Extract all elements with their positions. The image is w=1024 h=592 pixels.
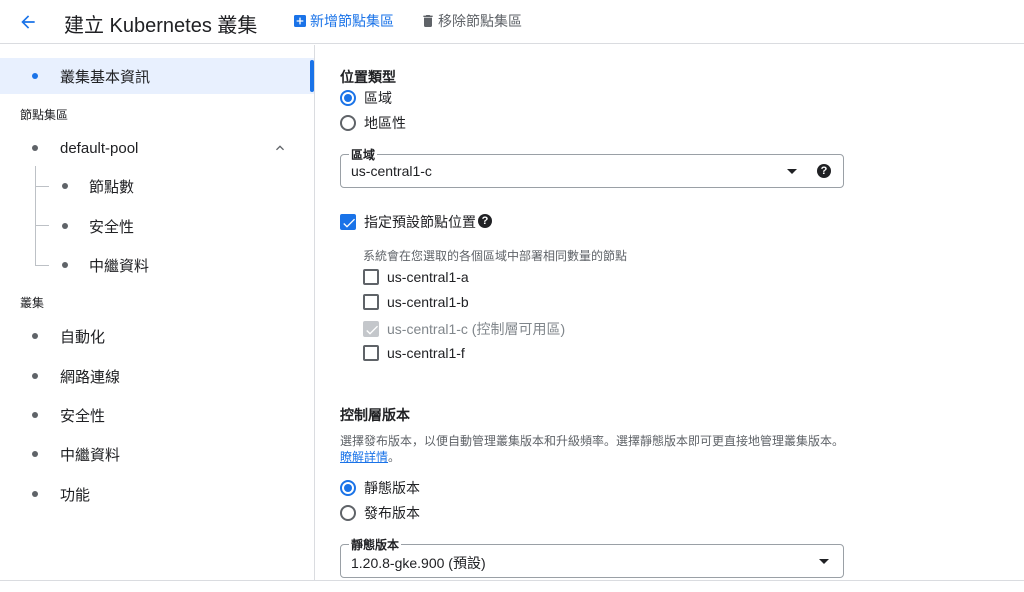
checkbox-label: us-central1-a (387, 269, 469, 285)
period: 。 (388, 450, 401, 464)
sidebar-item-label: 中繼資料 (89, 257, 150, 275)
checkbox-label: us-central1-f (387, 345, 465, 361)
radio-circle (340, 480, 356, 496)
learn-more-line: 瞭解詳情。 (340, 448, 400, 465)
bullet-icon (32, 451, 38, 457)
section-cluster: 叢集 (20, 296, 45, 310)
radio-label: 地區性 (364, 115, 406, 131)
arrow-back-icon (21, 15, 35, 29)
bullet-icon (62, 262, 68, 268)
radio-label: 區域 (364, 90, 392, 106)
zone-checkbox-f[interactable]: us-central1-f (363, 345, 465, 361)
radio-label: 發布版本 (364, 505, 420, 521)
radio-label: 靜態版本 (364, 480, 420, 496)
location-type-heading: 位置類型 (340, 69, 396, 85)
checkbox-label: us-central1-c (控制層可用區) (387, 321, 566, 337)
bullet-icon (32, 412, 38, 418)
bullet-icon (62, 183, 68, 189)
zone-checkbox-a[interactable]: us-central1-a (363, 269, 469, 285)
checkbox-box (363, 269, 379, 285)
top-bar: 建立 Kubernetes 叢集 新增節點集區 移除節點集區 (0, 0, 1024, 44)
static-version-select[interactable]: 靜態版本 1.20.8-gke.900 (預設) (340, 536, 844, 578)
zone-select[interactable]: 區域 us-central1-c ? (340, 146, 844, 188)
radio-circle (340, 115, 356, 131)
sidebar-item-cluster-metadata[interactable]: 中繼資料 (0, 436, 314, 472)
trash-icon (423, 15, 433, 27)
checkbox-box (363, 294, 379, 310)
check-icon (366, 325, 378, 335)
radio-circle (340, 90, 356, 106)
chevron-up-icon[interactable] (272, 140, 288, 156)
section-node-pools: 節點集區 (20, 108, 69, 122)
sidebar-item-label: 節點數 (89, 178, 135, 196)
static-version-label: 靜態版本 (349, 536, 402, 553)
radio-release-channel[interactable]: 發布版本 (340, 503, 420, 523)
remove-node-pool-label: 移除節點集區 (438, 13, 522, 29)
sidebar-item-features[interactable]: 功能 (0, 476, 314, 512)
zone-checkbox-c: us-central1-c (控制層可用區) (363, 319, 565, 339)
control-plane-heading: 控制層版本 (340, 407, 410, 423)
sidebar-item-label: 中繼資料 (60, 446, 121, 464)
sidebar-item-cluster-security[interactable]: 安全性 (0, 397, 314, 433)
check-icon (343, 218, 355, 228)
bullet-icon (32, 145, 38, 151)
add-node-pool-button[interactable]: 新增節點集區 (292, 11, 394, 31)
checkbox-box (363, 345, 379, 361)
zone-select-label: 區域 (349, 146, 378, 163)
sidebar-item-label: 安全性 (89, 218, 135, 236)
static-version-value: 1.20.8-gke.900 (預設) (351, 555, 486, 571)
sidebar-item-pool-metadata[interactable]: 中繼資料 (0, 247, 314, 283)
help-icon[interactable]: ? (478, 214, 492, 228)
control-plane-description: 選擇發布版本，以便自動管理叢集版本和升級頻率。選擇靜態版本即可更直接地管理叢集版… (340, 434, 845, 448)
checkbox-label: 指定預設節點位置 (364, 214, 476, 230)
learn-more-link[interactable]: 瞭解詳情 (340, 450, 388, 464)
sidebar-item-label: default-pool (60, 139, 139, 157)
sidebar-item-networking[interactable]: 網路連線 (0, 358, 314, 394)
bullet-icon (62, 223, 68, 229)
sidebar-item-label: 叢集基本資訊 (60, 68, 151, 86)
add-node-pool-label: 新增節點集區 (310, 13, 394, 29)
sidebar-nav: 叢集基本資訊 節點集區 default-pool 節點數 安全性 中繼資料 叢集… (0, 45, 315, 580)
bullet-icon (32, 373, 38, 379)
sidebar-item-nodes[interactable]: 節點數 (0, 168, 314, 204)
checkbox-label: us-central1-b (387, 294, 469, 310)
sidebar-item-pool-security[interactable]: 安全性 (0, 208, 314, 244)
dropdown-arrow-icon (787, 169, 797, 174)
zone-select-value: us-central1-c (351, 163, 432, 179)
bullet-icon (32, 73, 38, 79)
back-button[interactable] (14, 8, 42, 36)
zone-checkbox-b[interactable]: us-central1-b (363, 294, 469, 310)
bullet-icon (32, 491, 38, 497)
page-title: 建立 Kubernetes 叢集 (64, 15, 258, 37)
checkbox-box (340, 214, 356, 230)
sidebar-item-automation[interactable]: 自動化 (0, 318, 314, 354)
sidebar-item-label: 安全性 (60, 407, 106, 425)
dropdown-arrow-icon (819, 559, 829, 564)
remove-node-pool-button[interactable]: 移除節點集區 (420, 11, 522, 31)
checkbox-box (363, 321, 379, 337)
help-icon[interactable]: ? (817, 164, 831, 178)
sidebar-item-label: 自動化 (60, 328, 106, 346)
radio-zonal[interactable]: 區域 (340, 88, 392, 108)
sidebar-item-cluster-basics[interactable]: 叢集基本資訊 (0, 58, 314, 94)
footer-divider (0, 580, 1024, 581)
specify-default-nodes-checkbox[interactable]: 指定預設節點位置 (340, 212, 476, 232)
bullet-icon (32, 333, 38, 339)
zones-note: 系統會在您選取的各個區域中部署相同數量的節點 (363, 249, 628, 263)
sidebar-item-label: 功能 (60, 486, 91, 504)
main-content: 位置類型 區域 地區性 區域 us-central1-c ? 指定預設節點位置 … (316, 45, 1024, 580)
sidebar-item-label: 網路連線 (60, 368, 121, 386)
radio-circle (340, 505, 356, 521)
radio-static-version[interactable]: 靜態版本 (340, 478, 420, 498)
sidebar-item-default-pool[interactable]: default-pool (0, 130, 314, 166)
radio-regional[interactable]: 地區性 (340, 113, 406, 133)
add-box-icon (294, 15, 306, 27)
